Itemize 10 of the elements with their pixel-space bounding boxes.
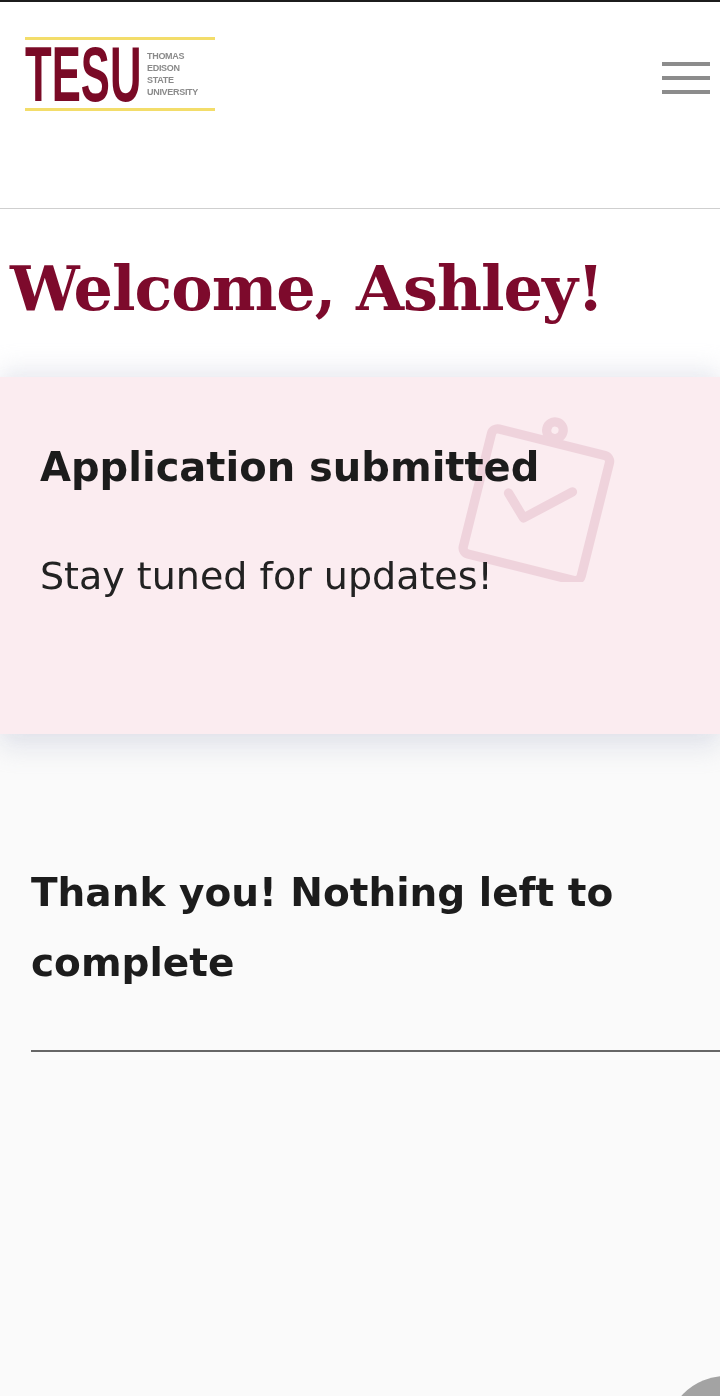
logo-abbreviation: TESU xyxy=(25,44,142,104)
logo-name-line: EDISON xyxy=(147,62,181,74)
status-message: Stay tuned for updates! xyxy=(40,553,494,600)
welcome-heading: Welcome, Ashley! xyxy=(10,251,605,327)
logo-name-line: STATE xyxy=(147,74,175,86)
menu-icon xyxy=(662,62,710,94)
logo-name-line: THOMAS xyxy=(147,50,186,62)
logo-name-line: UNIVERSITY xyxy=(147,86,198,98)
tasks-message: Thank you! Nothing left to complete xyxy=(31,869,615,987)
status-title: Application submitted xyxy=(40,443,541,492)
